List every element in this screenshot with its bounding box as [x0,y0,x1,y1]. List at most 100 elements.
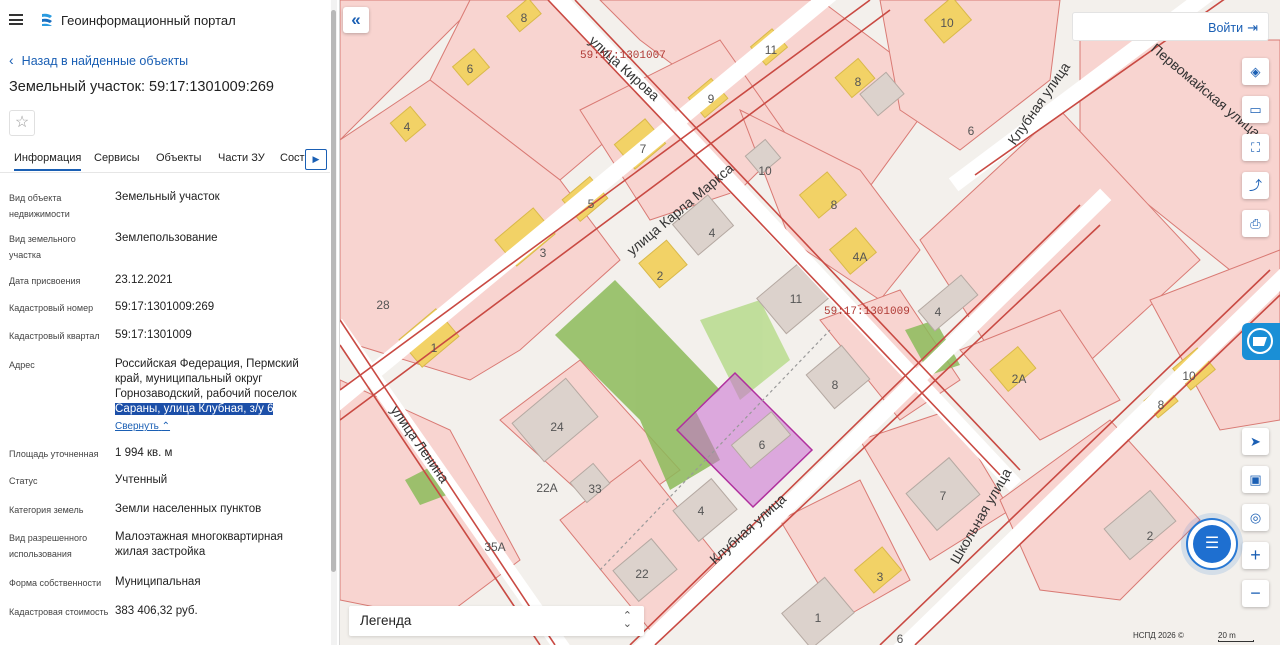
house-number: 8 [831,198,838,212]
prop-value-status: Учтенный [115,474,168,486]
prop-value-area: 1 994 кв. м [115,447,173,459]
login-arrow-icon: ⇥ [1247,20,1258,35]
house-number: 1 [815,611,822,625]
prop-label-date: Дата присвоения [9,276,81,286]
house-number: 4 [935,305,942,319]
prop-value-date: 23.12.2021 [115,274,173,286]
house-number: 4 [404,120,411,134]
prop-label-cadastral-number: Кадастровый номер [9,303,94,313]
chat-button[interactable]: ☰ [1186,518,1238,570]
favorite-star-icon[interactable]: ☆ [9,110,35,136]
house-number: 33 [588,482,602,496]
prop-label-area: Площадь уточненная [9,449,99,459]
chevron-up-icon: ⌃ [161,421,171,432]
prop-value-cadastral-value: 383 406,32 руб. [115,605,198,617]
legend-select[interactable]: Легенда ⌃ ⌄ [349,606,644,636]
locate-icon[interactable]: ➤ [1242,428,1269,455]
house-number: 10 [758,164,772,178]
map-canvas[interactable]: улица Кирова улица Карла Маркса Клубная … [340,0,1280,645]
prop-label-permitted-use: Вид разрешенного использования [9,533,88,559]
address-highlight: Сараны, улица Клубная, з/у 6 [115,403,274,415]
prop-value-land-type: Землепользование [115,232,218,244]
login-label: Войти [1208,21,1244,35]
house-number: 2А [1012,372,1027,386]
house-number: 9 [708,92,715,106]
select-arrows-icon: ⌃ ⌄ [622,610,632,630]
feedback-flag-icon[interactable] [1242,323,1280,360]
prop-value-land-category: Земли населенных пунктов [115,503,262,515]
top-bar: Геоинформационный портал [0,0,339,42]
quarter-label: 59:17:1301009 [824,306,910,318]
map-scale: 20 m [1218,631,1254,642]
prop-value-ownership: Муниципальная [115,576,201,588]
tab-objects[interactable]: Объекты [156,152,201,164]
collapse-link[interactable]: Свернуть ⌃ [115,421,170,432]
login-box: Войти ⇥ [1072,12,1269,41]
prop-label-land-type: Вид земельного участка [9,234,76,260]
house-number: 6 [759,438,766,452]
back-to-results-link[interactable]: ‹ Назад в найденные объекты [9,52,188,68]
house-number: 7 [640,142,647,156]
house-number: 6 [968,124,975,138]
chevron-left-icon: ‹ [9,52,14,68]
tabs-scroll-right-icon[interactable]: ▶ [305,149,327,170]
gps-icon[interactable]: ◎ [1242,504,1269,531]
scale-bar [1218,640,1254,642]
tab-parts[interactable]: Части ЗУ [218,152,265,164]
collapse-label: Свернуть [115,421,159,432]
print-icon[interactable]: ⎙ [1242,210,1269,237]
panel-scrollbar-thumb[interactable] [331,10,336,572]
house-number: 10 [1182,369,1196,383]
portal-logo-icon [42,13,52,26]
house-number: 8 [1158,398,1165,412]
map-svg: улица Кирова улица Карла Маркса Клубная … [340,0,1280,645]
collapse-panel-icon[interactable]: « [343,7,369,33]
minimap-icon[interactable]: ▣ [1242,466,1269,493]
select-area-icon[interactable]: ⛶ [1242,134,1269,161]
prop-value-object-type: Земельный участок [115,191,220,203]
zoom-out-icon[interactable]: − [1242,580,1269,607]
house-number: 4 [709,226,716,240]
tab-info[interactable]: Информация [14,152,82,171]
house-number: 10 [940,16,954,30]
house-number: 22 [635,567,649,581]
ruler-icon[interactable]: ▭ [1242,96,1269,123]
prop-value-address: Российская Федерация, Пермский край, мун… [115,357,315,417]
house-number: 2 [1147,529,1154,543]
prop-value-cadastral-number: 59:17:1301009:269 [115,301,215,313]
house-number: 35А [484,540,505,554]
share-icon[interactable]: ⤴ [1242,172,1269,199]
tab-bar: Информация Сервисы Объекты Части ЗУ Сост… [0,146,330,173]
prop-label-cadastral-value: Кадастровая стоимость [9,607,109,617]
house-number: 5 [588,197,595,211]
house-number: 6 [467,62,474,76]
address-text: Российская Федерация, Пермский край, мун… [115,358,299,400]
menu-icon[interactable] [9,14,23,25]
house-number: 3 [877,570,884,584]
house-number: 7 [940,489,947,503]
prop-label-ownership: Форма собственности [9,578,102,588]
tab-services[interactable]: Сервисы [94,152,140,164]
house-number: 6 [897,632,904,645]
layers-icon[interactable]: ◈ [1242,58,1269,85]
house-number: 2 [657,269,664,283]
house-number: 8 [521,11,528,25]
house-number: 22А [536,481,557,495]
prop-label-land-category: Категория земель [9,505,84,515]
house-number: 8 [855,75,862,89]
object-title: Земельный участок: 59:17:1301009:269 [9,79,274,95]
prop-label-status: Статус [9,476,38,486]
scale-label: 20 m [1218,631,1236,640]
zoom-in-icon[interactable]: + [1242,542,1269,569]
prop-value-cadastral-quarter: 59:17:1301009 [115,329,192,341]
map-copyright: НСПД 2026 © [1133,631,1184,640]
house-number: 11 [790,292,803,306]
prop-label-object-type: Вид объекта недвижимости [9,193,70,219]
house-number: 24 [550,420,564,434]
quarter-label: 59:17:1301007 [580,50,666,62]
login-button[interactable]: Войти ⇥ [1208,20,1258,36]
back-label: Назад в найденные объекты [21,54,189,68]
prop-label-address: Адрес [9,360,35,370]
prop-label-cadastral-quarter: Кадастровый квартал [9,331,100,341]
house-number: 11 [765,43,778,57]
